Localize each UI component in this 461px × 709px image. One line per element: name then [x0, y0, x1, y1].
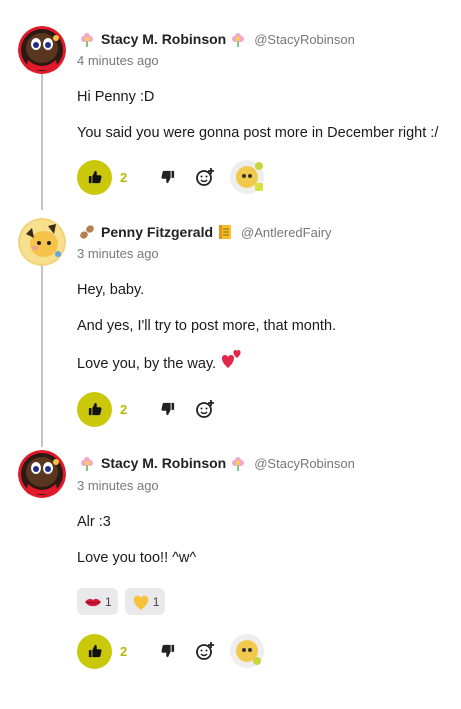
comment-text: You said you were gonna post more in Dec…: [77, 125, 439, 141]
comment-text: And yes, I'll try to post more, that mon…: [77, 318, 337, 334]
like-button[interactable]: [77, 391, 112, 427]
dislike-button[interactable]: [158, 641, 178, 661]
reaction-count: 1: [152, 594, 160, 609]
author-handle[interactable]: @StacyRobinson: [254, 456, 355, 471]
comment-actions: 2: [77, 391, 216, 427]
timestamp: 4 minutes ago: [77, 53, 159, 68]
author-handle[interactable]: @StacyRobinson: [254, 32, 355, 47]
comment-text: Hi Penny :D: [77, 89, 155, 105]
thread-line: [41, 70, 43, 210]
yellow-heart-icon: [131, 592, 151, 612]
flower-icon: [230, 31, 246, 47]
flower-icon: [79, 455, 95, 471]
comment-actions: 2: [77, 633, 264, 669]
like-button[interactable]: [77, 159, 112, 195]
comment-actions: 2: [77, 159, 264, 195]
author-handle[interactable]: @AntleredFairy: [241, 225, 332, 240]
kiss-lips-icon: [83, 592, 103, 612]
like-button[interactable]: [77, 633, 112, 669]
reaction-list: 1 1: [77, 588, 172, 615]
avatar[interactable]: [18, 26, 66, 74]
comment-text: Love you too!! ^w^: [77, 550, 197, 566]
comment-text: Love you, by the way.: [77, 356, 217, 372]
author-name[interactable]: Penny Fitzgerald: [101, 224, 213, 240]
like-count: 2: [120, 643, 128, 659]
flower-icon: [230, 455, 246, 471]
thumbs-down-icon: [161, 170, 175, 184]
timestamp: 3 minutes ago: [77, 478, 159, 493]
add-reaction-button[interactable]: [194, 640, 216, 662]
add-emoji-icon: [196, 400, 214, 418]
thumbs-up-icon: [88, 644, 102, 658]
thumbs-down-icon: [161, 402, 175, 416]
add-reaction-button[interactable]: [194, 166, 216, 188]
dislike-button[interactable]: [158, 399, 178, 419]
two-hearts-icon: [219, 346, 243, 374]
flower-icon: [79, 31, 95, 47]
add-reaction-button[interactable]: [194, 398, 216, 420]
author-name[interactable]: Stacy M. Robinson: [101, 455, 226, 471]
thumbs-up-icon: [88, 402, 102, 416]
reactor-avatar[interactable]: [230, 634, 264, 668]
reactor-avatar[interactable]: [230, 160, 264, 194]
timestamp: 3 minutes ago: [77, 246, 159, 261]
peanut-icon: [79, 224, 95, 240]
dislike-button[interactable]: [158, 167, 178, 187]
add-emoji-icon: [196, 642, 214, 660]
thread-line: [41, 263, 43, 447]
comment-text-line: Love you, by the way.: [77, 350, 243, 374]
add-emoji-icon: [196, 168, 214, 186]
comment-text: Alr :3: [77, 514, 111, 530]
comment-text: Hey, baby.: [77, 282, 145, 298]
notepad-icon: [217, 224, 233, 240]
reaction-chip[interactable]: 1: [124, 588, 166, 615]
thumbs-up-icon: [88, 170, 102, 184]
reaction-chip[interactable]: 1: [77, 588, 118, 615]
avatar[interactable]: [18, 218, 66, 266]
author-name[interactable]: Stacy M. Robinson: [101, 31, 226, 47]
like-count: 2: [120, 169, 128, 185]
thumbs-down-icon: [161, 644, 175, 658]
avatar[interactable]: [18, 450, 66, 498]
like-count: 2: [120, 401, 128, 417]
reaction-count: 1: [105, 594, 112, 609]
